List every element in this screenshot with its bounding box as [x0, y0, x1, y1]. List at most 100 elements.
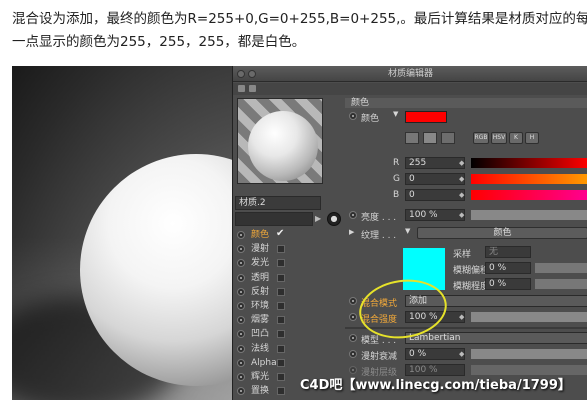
image-icon[interactable]: [441, 132, 455, 144]
channel-color[interactable]: 颜色 ✔: [235, 228, 315, 242]
mix-mode-radio-icon[interactable]: [349, 297, 357, 305]
blur-offset-label: 模糊偏移: [453, 266, 490, 276]
brightness-radio-icon[interactable]: [349, 211, 357, 219]
channel-checkbox[interactable]: [277, 273, 285, 282]
channel-radio-icon: [237, 387, 245, 396]
material-pick-icon[interactable]: ●: [327, 212, 341, 226]
blur-degree-slider[interactable]: [535, 279, 587, 289]
diffuse-falloff-spinner-icon[interactable]: ◆: [459, 350, 464, 358]
render-view: [12, 66, 250, 400]
minimize-window-button[interactable]: [248, 70, 256, 78]
model-radio-icon[interactable]: [349, 334, 357, 342]
texture-button[interactable]: 颜色: [417, 227, 587, 239]
channel-radio-icon: [237, 330, 245, 339]
channel-transparency[interactable]: 透明: [235, 271, 315, 285]
color-label: 颜色: [361, 114, 380, 124]
channel-checkbox[interactable]: [277, 387, 285, 396]
texture-expand-icon[interactable]: ▶: [349, 228, 354, 236]
color-radio-icon[interactable]: [349, 112, 357, 120]
toolbar-strip: [233, 83, 587, 95]
blur-offset-field[interactable]: 0 %: [485, 262, 531, 274]
diffuse-falloff-radio-icon[interactable]: [349, 350, 357, 358]
g-label: G: [393, 174, 400, 184]
color-channel-panel: 颜色 颜色 ▼ RGB HSV K H R 255 ◆ G 0 ◆ B 0 ◆: [345, 98, 587, 400]
color-section-title: 颜色: [351, 98, 370, 108]
blur-degree-field[interactable]: 0 %: [485, 278, 531, 290]
brightness-slider[interactable]: [471, 210, 587, 220]
blur-degree-label: 模糊程度: [453, 282, 490, 292]
close-window-button[interactable]: [237, 70, 245, 78]
channel-checkbox[interactable]: [277, 301, 285, 310]
channel-checkbox[interactable]: [277, 344, 285, 353]
channel-checkbox[interactable]: [277, 372, 285, 381]
b-field[interactable]: 0: [405, 189, 465, 201]
expand-triangle-icon[interactable]: ▼: [393, 110, 398, 118]
channel-checkbox[interactable]: [277, 358, 285, 367]
sample-dropdown[interactable]: 无: [485, 246, 531, 258]
channel-checkbox[interactable]: [277, 330, 285, 339]
channel-radio-icon: [237, 259, 245, 268]
channel-reflection[interactable]: 反射: [235, 285, 315, 299]
texture-dropdown-icon[interactable]: ▼: [405, 227, 410, 235]
channel-list: 颜色 ✔ 漫射 发光 透明 反射 环境 烟雾 凹凸 法线 Alpha 辉光 置换: [235, 228, 315, 398]
channel-radio-icon: [237, 316, 245, 325]
channel-checkbox[interactable]: [277, 316, 285, 325]
window-title: 材质编辑器: [387, 69, 433, 79]
kelvin-mode-button[interactable]: K: [509, 132, 523, 144]
color-swatch[interactable]: [405, 111, 447, 123]
mix-strength-radio-icon[interactable]: [349, 313, 357, 321]
material-search-field[interactable]: [235, 212, 313, 226]
material-name-field[interactable]: 材质.2: [235, 196, 321, 210]
menu-icon-2[interactable]: [249, 85, 256, 92]
spectrum-icon[interactable]: [423, 132, 437, 144]
rgb-mode-button[interactable]: RGB: [473, 132, 489, 144]
g-spinner-icon[interactable]: ◆: [459, 175, 464, 183]
channel-luminance[interactable]: 发光: [235, 256, 315, 270]
hsv-mode-button[interactable]: HSV: [491, 132, 507, 144]
diffuse-falloff-slider[interactable]: [471, 349, 587, 359]
channel-radio-icon: [237, 344, 245, 353]
g-field[interactable]: 0: [405, 173, 465, 185]
diffuse-falloff-field[interactable]: 0 %: [405, 348, 465, 360]
brightness-field[interactable]: 100 %: [405, 209, 465, 221]
channel-fog[interactable]: 烟雾: [235, 313, 315, 327]
channel-environment[interactable]: 环境: [235, 299, 315, 313]
b-label: B: [393, 190, 400, 200]
channel-radio-icon: [237, 231, 245, 239]
menu-icon[interactable]: [238, 85, 245, 92]
g-slider[interactable]: [471, 174, 587, 184]
intro-line-1: 混合设为添加，最终的颜色为R=255+0,G=0+255,B=0+255,。最后…: [12, 11, 587, 27]
channel-alpha[interactable]: Alpha: [235, 356, 315, 370]
mix-strength-spinner-icon[interactable]: ◆: [459, 313, 464, 321]
channel-diffuse[interactable]: 漫射: [235, 242, 315, 256]
blur-offset-slider[interactable]: [535, 263, 587, 273]
r-label: R: [393, 158, 400, 168]
mix-strength-slider[interactable]: [471, 312, 587, 322]
watermark: C4D吧【www.linecg.com/tieba/1799】: [300, 378, 571, 393]
r-spinner-icon[interactable]: ◆: [459, 159, 464, 167]
expand-arrow-icon[interactable]: ▶: [315, 214, 323, 224]
model-dropdown[interactable]: Lambertian: [405, 332, 587, 344]
channel-radio-icon: [237, 301, 245, 310]
r-slider[interactable]: [471, 158, 587, 168]
sample-label: 采样: [453, 250, 472, 260]
channel-normal[interactable]: 法线: [235, 342, 315, 356]
b-spinner-icon[interactable]: ◆: [459, 191, 464, 199]
brightness-label: 亮度 . . .: [361, 213, 397, 223]
color-section-header: [345, 98, 587, 108]
channel-checkbox[interactable]: [277, 287, 285, 296]
channel-checkbox[interactable]: [277, 245, 285, 254]
channel-checkbox[interactable]: [277, 259, 285, 268]
channel-radio-icon: [237, 273, 245, 282]
diffuse-level-radio-icon[interactable]: [349, 366, 357, 374]
hex-mode-button[interactable]: H: [525, 132, 539, 144]
r-field[interactable]: 255: [405, 157, 465, 169]
channel-bump[interactable]: 凹凸: [235, 327, 315, 341]
brightness-spinner-icon[interactable]: ◆: [459, 211, 464, 219]
b-slider[interactable]: [471, 190, 587, 200]
checkmark-icon[interactable]: ✔: [276, 227, 284, 241]
color-picker-icon[interactable]: [405, 132, 419, 144]
channel-radio-icon: [237, 287, 245, 296]
material-preview[interactable]: [237, 98, 323, 184]
preview-sphere: [248, 111, 318, 181]
